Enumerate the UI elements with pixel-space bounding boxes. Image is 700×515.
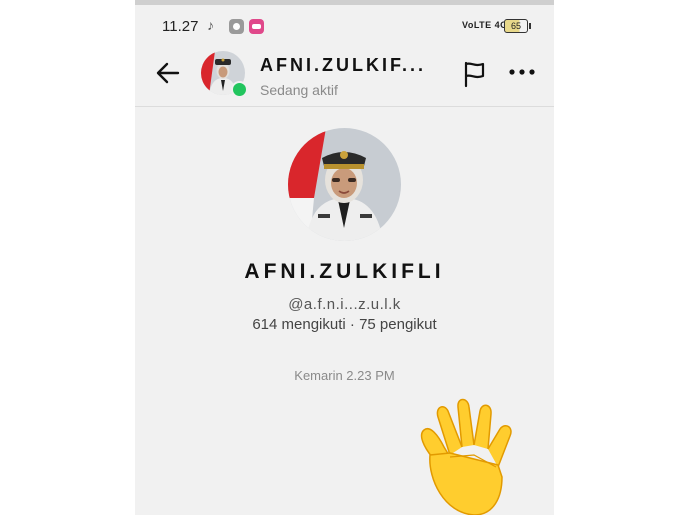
profile-stats: 614 mengikuti · 75 pengikut	[252, 316, 437, 333]
message-notification-icon	[249, 19, 264, 34]
more-dots-icon[interactable]	[508, 67, 536, 77]
back-arrow-icon[interactable]	[153, 58, 183, 88]
online-indicator	[231, 81, 248, 98]
header-name[interactable]: AFNI.ZULKIF...	[260, 55, 426, 76]
status-bar: 11.27 ♪ VoLTE 4G 65	[135, 8, 554, 40]
profile-avatar[interactable]	[288, 128, 401, 241]
battery-icon: 65	[504, 19, 531, 33]
app-notification-icon	[229, 19, 244, 34]
phone-screen: 11.27 ♪ VoLTE 4G 65 AFNI.ZULKIF... Sedan…	[135, 0, 554, 515]
tiktok-notification-icon: ♪	[207, 17, 214, 33]
status-time: 11.27	[162, 18, 199, 35]
wave-hand-emoji	[420, 398, 512, 515]
header-status: Sedang aktif	[260, 82, 338, 98]
top-edge	[135, 0, 554, 5]
profile-name: AFNI.ZULKIFLI	[244, 260, 445, 283]
flag-icon[interactable]	[462, 60, 488, 88]
chat-timestamp: Kemarin 2.23 PM	[294, 368, 395, 383]
network-indicator: VoLTE 4G	[462, 20, 508, 30]
chat-header: AFNI.ZULKIF... Sedang aktif	[135, 40, 554, 107]
profile-handle: @a.f.n.i...z.u.l.k	[288, 296, 401, 313]
